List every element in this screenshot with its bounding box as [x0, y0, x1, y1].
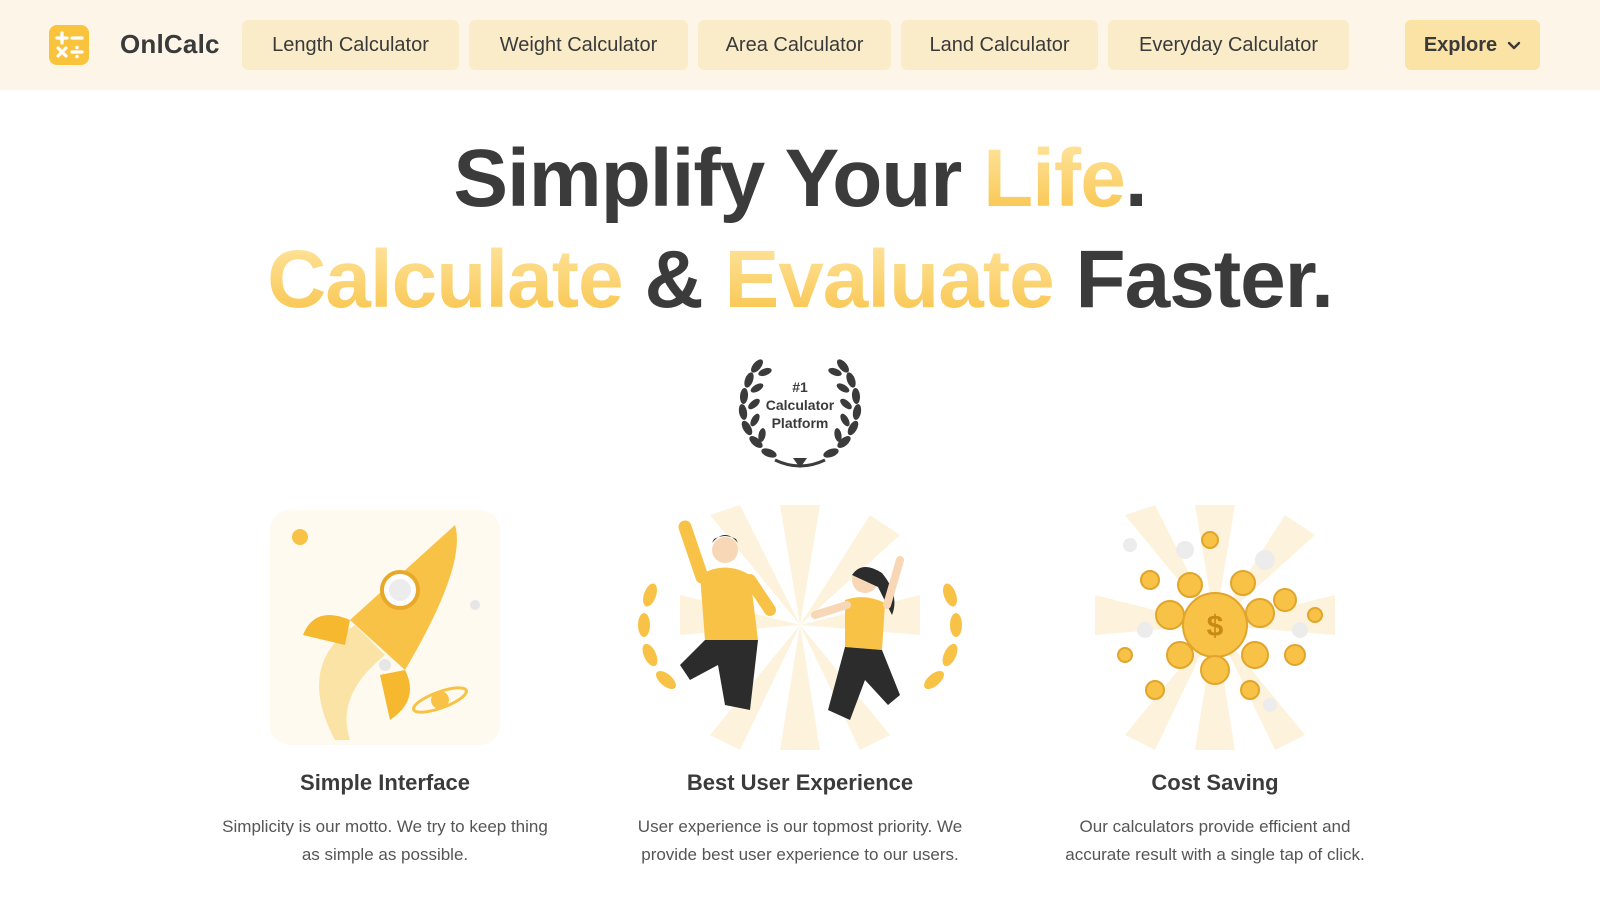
coins-illustration-icon: $ [1095, 505, 1335, 750]
feature-description: Simplicity is our motto. We try to keep … [195, 813, 575, 869]
explore-label: Explore [1423, 33, 1498, 56]
calculator-logo-icon[interactable] [49, 25, 89, 65]
hero-text: . [1124, 133, 1148, 224]
nav-area-calculator[interactable]: Area Calculator [698, 20, 891, 70]
chevron-down-icon [1507, 34, 1521, 57]
rocket-illustration-icon [270, 510, 500, 745]
description-line: accurate result with a single tap of cli… [1065, 845, 1365, 864]
ranking-badge: #1 Calculator Platform [735, 348, 865, 473]
nav-length-calculator[interactable]: Length Calculator [242, 20, 459, 70]
badge-line: Platform [771, 415, 829, 431]
happy-people-illustration-icon [638, 505, 962, 750]
hero-accent-text: Life [983, 133, 1126, 224]
hero-text: Faster. [1053, 234, 1334, 325]
nav-everyday-calculator[interactable]: Everyday Calculator [1108, 20, 1349, 70]
svg-text:$: $ [1207, 610, 1224, 643]
nav-weight-calculator[interactable]: Weight Calculator [469, 20, 688, 70]
feature-description: Our calculators provide efficient and ac… [1025, 813, 1405, 869]
badge-line: Calculator [765, 397, 835, 413]
hero-text: Simplify Your [453, 133, 984, 224]
description-line: Our calculators provide efficient and [1079, 817, 1351, 836]
hero-headline-line2: Calculate & Evaluate Faster. [0, 233, 1600, 327]
explore-dropdown-button[interactable]: Explore [1405, 20, 1540, 70]
feature-title: Cost Saving [1151, 770, 1279, 795]
hero-text: & [622, 234, 725, 325]
feature-title: Simple Interface [300, 770, 470, 795]
hero-accent-text: Evaluate [724, 234, 1054, 325]
brand-name[interactable]: OnlCalc [120, 29, 220, 60]
description-line: provide best user experience to our user… [641, 845, 959, 864]
feature-title: Best User Experience [686, 770, 914, 795]
description-line: Simplicity is our motto. We try to keep … [222, 817, 548, 836]
description-line: User experience is our topmost priority.… [637, 817, 963, 836]
top-navbar: OnlCalc Length Calculator Weight Calcula… [0, 0, 1600, 90]
description-line: as simple as possible. [301, 845, 469, 864]
badge-text: #1 Calculator Platform [735, 378, 865, 432]
hero-accent-text: Calculate [267, 234, 624, 325]
badge-rank: #1 [792, 379, 808, 395]
nav-land-calculator[interactable]: Land Calculator [901, 20, 1098, 70]
feature-description: User experience is our topmost priority.… [610, 813, 990, 869]
hero-headline-line1: Simplify Your Life. [0, 132, 1600, 226]
